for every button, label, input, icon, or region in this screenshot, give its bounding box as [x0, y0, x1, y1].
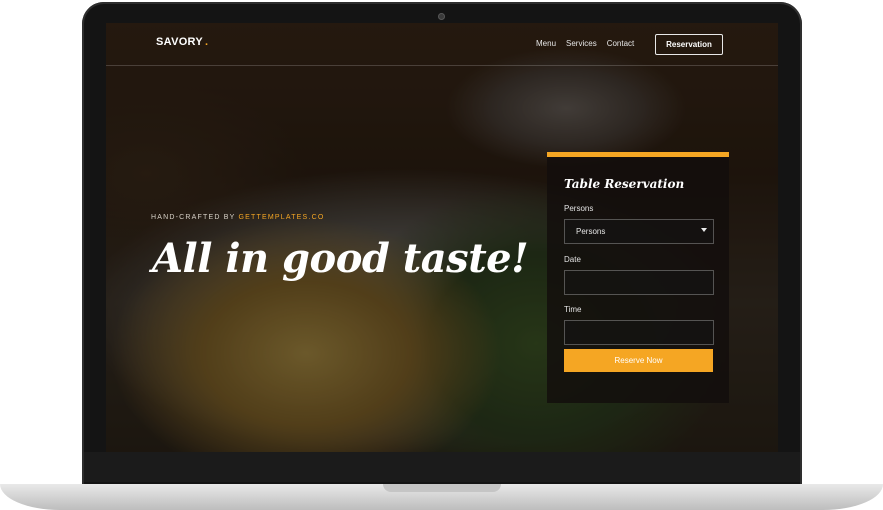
nav-link-menu[interactable]: Menu: [536, 39, 556, 48]
nav-links: Menu Services Contact: [536, 39, 634, 48]
brand-dot: .: [205, 36, 209, 48]
persons-selected-value: Persons: [576, 227, 606, 236]
laptop-notch: [383, 484, 501, 492]
reservation-title: Table Reservation: [564, 177, 685, 191]
hero-eyebrow: HAND-CRAFTED BY GETTEMPLATES.CO: [151, 214, 324, 221]
hero-title: All in good taste!: [152, 235, 529, 282]
laptop-chin: [84, 452, 800, 482]
reservation-panel: Table Reservation Persons Persons Date T…: [547, 152, 729, 403]
screen: SAVORY. Menu Services Contact Reservatio…: [106, 23, 778, 452]
hero-eyebrow-link[interactable]: GETTEMPLATES.CO: [239, 214, 325, 221]
date-label: Date: [564, 255, 581, 264]
nav-link-contact[interactable]: Contact: [607, 39, 635, 48]
camera-icon: [438, 13, 445, 20]
persons-select[interactable]: Persons: [564, 219, 714, 244]
reservation-button[interactable]: Reservation: [655, 34, 723, 55]
time-label: Time: [564, 305, 582, 314]
persons-label: Persons: [564, 204, 594, 213]
brand-logo[interactable]: SAVORY.: [156, 36, 208, 48]
reserve-now-button[interactable]: Reserve Now: [564, 349, 713, 372]
hero-eyebrow-text: HAND-CRAFTED BY: [151, 214, 239, 221]
date-input[interactable]: [564, 270, 714, 295]
time-input[interactable]: [564, 320, 714, 345]
brand-name: SAVORY: [156, 36, 204, 48]
navbar: SAVORY. Menu Services Contact Reservatio…: [106, 23, 778, 66]
chevron-down-icon: [701, 228, 707, 232]
nav-link-services[interactable]: Services: [566, 39, 597, 48]
